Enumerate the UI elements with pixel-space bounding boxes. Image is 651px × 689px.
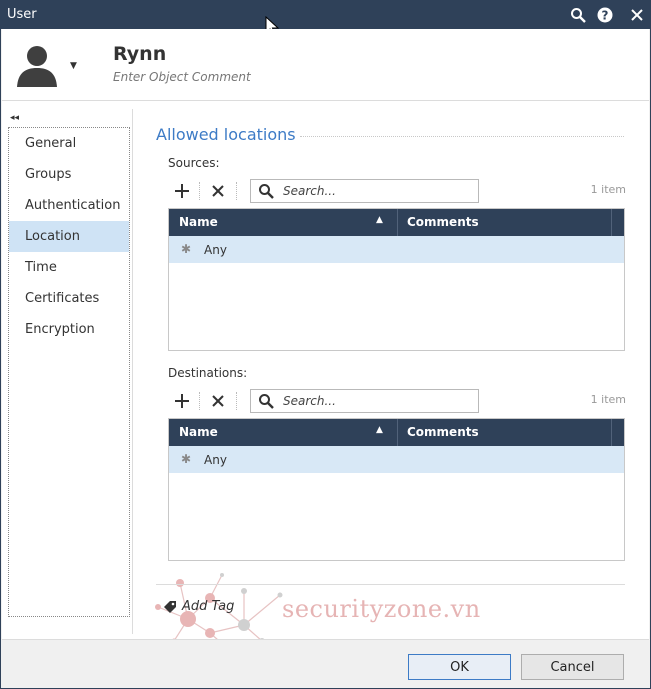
section-divider: [300, 136, 624, 137]
user-avatar-icon[interactable]: [16, 43, 60, 93]
toolbar-separator: [236, 392, 237, 410]
search-icon: [259, 394, 274, 409]
table-header: Name ▲ Comments: [169, 209, 624, 236]
row-name: Any: [204, 243, 227, 257]
nav-item-certificates[interactable]: Certificates: [9, 283, 129, 314]
window-title: User: [7, 7, 37, 22]
nav-item-time[interactable]: Time: [9, 252, 129, 283]
nav-item-encryption[interactable]: Encryption: [9, 314, 129, 345]
sources-remove-button[interactable]: [206, 179, 230, 203]
plus-icon: [175, 184, 189, 198]
object-header: ▼ Rynn Enter Object Comment: [2, 29, 649, 101]
sort-ascending-icon[interactable]: ▲: [376, 425, 383, 435]
dialog-content: ◂◂ General Groups Authentication Locatio…: [2, 101, 649, 650]
destinations-add-button[interactable]: [170, 389, 194, 413]
column-divider: [397, 419, 398, 446]
column-header-comments[interactable]: Comments: [407, 215, 479, 229]
any-object-icon: ✱: [181, 242, 192, 256]
ok-button[interactable]: OK: [408, 654, 511, 680]
column-header-name[interactable]: Name: [179, 215, 218, 229]
watermark-text: securityzone.vn: [282, 595, 481, 623]
collapse-nav-icon[interactable]: ◂◂: [10, 113, 19, 123]
row-name: Any: [204, 453, 227, 467]
table-row[interactable]: ✱ Any: [169, 446, 624, 473]
tag-icon: [164, 601, 176, 613]
dialog-footer: OK Cancel: [2, 639, 649, 688]
destinations-label: Destinations:: [168, 366, 248, 380]
sources-table: Name ▲ Comments ✱ Any: [168, 208, 625, 351]
sources-search-field[interactable]: [250, 179, 479, 203]
title-bar[interactable]: User ?: [1, 1, 650, 29]
destinations-search-field[interactable]: [250, 389, 479, 413]
destinations-table: Name ▲ Comments ✱ Any: [168, 418, 625, 561]
table-header: Name ▲ Comments: [169, 419, 624, 446]
avatar-dropdown-icon[interactable]: ▼: [70, 61, 77, 71]
toolbar-separator: [199, 182, 200, 200]
column-divider: [611, 419, 612, 446]
help-icon[interactable]: ?: [595, 5, 615, 25]
side-navigation: General Groups Authentication Location T…: [8, 127, 130, 617]
table-row[interactable]: ✱ Any: [169, 236, 624, 263]
svg-text:?: ?: [602, 9, 609, 23]
search-icon: [259, 184, 274, 199]
search-icon[interactable]: [568, 5, 588, 25]
any-object-icon: ✱: [181, 452, 192, 466]
object-name[interactable]: Rynn: [113, 43, 166, 65]
destinations-remove-button[interactable]: [206, 389, 230, 413]
object-comment-field[interactable]: Enter Object Comment: [113, 70, 251, 84]
sort-ascending-icon[interactable]: ▲: [376, 215, 383, 225]
sources-toolbar: 1 item: [168, 179, 626, 205]
nav-item-authentication[interactable]: Authentication: [9, 190, 129, 221]
user-dialog: User ? ▼ Rynn Enter Object Comment ◂◂ Ge…: [0, 0, 651, 689]
cancel-button[interactable]: Cancel: [521, 654, 624, 680]
nav-item-general[interactable]: General: [9, 128, 129, 159]
sources-search-input[interactable]: [281, 182, 471, 200]
toolbar-separator: [199, 392, 200, 410]
sources-item-count: 1 item: [590, 183, 626, 196]
nav-item-groups[interactable]: Groups: [9, 159, 129, 190]
horizontal-divider: [156, 584, 625, 585]
toolbar-separator: [236, 182, 237, 200]
column-header-comments[interactable]: Comments: [407, 425, 479, 439]
vertical-divider: [132, 109, 133, 634]
remove-icon: [212, 395, 224, 407]
column-divider: [397, 209, 398, 236]
remove-icon: [212, 185, 224, 197]
sources-add-button[interactable]: [170, 179, 194, 203]
sources-label: Sources:: [168, 156, 220, 170]
add-tag-label: Add Tag: [182, 599, 235, 614]
column-header-name[interactable]: Name: [179, 425, 218, 439]
close-icon[interactable]: [627, 5, 647, 25]
nav-item-location[interactable]: Location: [9, 221, 129, 252]
destinations-item-count: 1 item: [590, 393, 626, 406]
column-divider: [611, 209, 612, 236]
section-title: Allowed locations: [156, 125, 296, 144]
plus-icon: [175, 394, 189, 408]
destinations-search-input[interactable]: [281, 392, 471, 410]
destinations-toolbar: 1 item: [168, 389, 626, 415]
